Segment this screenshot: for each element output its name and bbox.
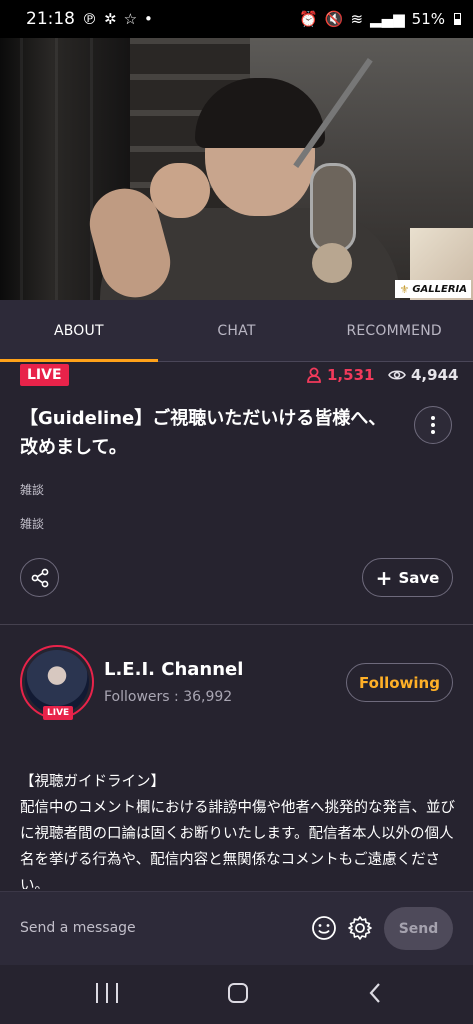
category-tag: 雑談 (20, 517, 45, 531)
tab-active-indicator (0, 359, 158, 362)
more-dot (431, 430, 435, 434)
galleria-logo-icon: ⚜ (399, 282, 410, 296)
emoji-icon[interactable] (311, 915, 337, 941)
tab-bar: ABOUT CHAT RECOMMEND (0, 300, 473, 362)
sponsor-text: GALLERIA (412, 283, 467, 295)
recents-icon[interactable] (96, 983, 118, 1003)
wifi-icon: ≋ (350, 10, 364, 28)
person-icon (307, 367, 321, 383)
back-icon[interactable] (364, 981, 388, 1005)
plus-icon: + (375, 565, 393, 590)
battery-text: 51% (411, 10, 445, 28)
tab-recommend[interactable]: RECOMMEND (315, 300, 473, 362)
tab-about[interactable]: ABOUT (0, 300, 158, 362)
home-icon[interactable] (228, 983, 248, 1003)
streamer-hand (150, 163, 210, 218)
avatar-live-badge: LIVE (43, 706, 74, 720)
save-button[interactable]: + Save (362, 558, 453, 597)
sponsor-logo: ⚜ GALLERIA (395, 280, 471, 298)
stream-title: 【Guideline】ご視聴いただいける皆様へ、改めまして。 (20, 408, 387, 458)
avatar (25, 650, 89, 714)
send-button[interactable]: Send (384, 907, 453, 950)
viewer-count-value: 1,531 (327, 366, 375, 384)
pinterest-icon: ℗ (82, 10, 97, 28)
signal-icon: ▂▄▆ (370, 10, 405, 28)
viewer-count: 1,531 (307, 364, 374, 386)
follower-count: Followers : 36,992 (104, 689, 233, 705)
channel-name[interactable]: L.E.I. Channel (104, 659, 243, 680)
stream-description: 【視聴ガイドライン】 配信中のコメント欄における誹謗中傷や他者へ挑発的な発言、並… (20, 769, 460, 889)
message-input[interactable]: Send a message (20, 920, 136, 936)
section-divider (0, 624, 473, 625)
curtain-fold (90, 38, 93, 300)
microphone (310, 163, 356, 253)
tab-chat[interactable]: CHAT (158, 300, 316, 362)
eye-icon (388, 370, 406, 380)
more-dot (431, 423, 435, 427)
category-tag: 雑談 (20, 483, 45, 497)
gear-icon[interactable] (347, 915, 373, 941)
message-bar: Send a message Send (0, 891, 473, 965)
system-nav-bar (0, 965, 473, 1024)
curtain-fold (55, 38, 58, 300)
view-count-value: 4,944 (411, 366, 459, 384)
more-dot (431, 416, 435, 420)
live-badge: LIVE (20, 364, 69, 386)
share-icon (31, 568, 48, 587)
star-icon: ☆ (123, 10, 138, 28)
status-time: 21:18 (26, 9, 75, 29)
following-button[interactable]: Following (346, 663, 453, 702)
status-bar: 21:18 ℗ ✲ ☆ • ⏰ 🔇 ≋ ▂▄▆ 51% (0, 0, 473, 38)
save-label: Save (398, 568, 440, 587)
curtain-fold (20, 38, 23, 300)
video-player[interactable]: ⚜ GALLERIA (0, 38, 473, 300)
app-icon: ✲ (104, 10, 117, 28)
battery-icon (454, 13, 461, 25)
dot-icon: • (144, 10, 153, 28)
more-options-button[interactable] (414, 406, 452, 444)
description-text: 【視聴ガイドライン】 配信中のコメント欄における誹謗中傷や他者へ挑発的な発言、並… (20, 774, 455, 889)
alarm-icon: ⏰ (299, 10, 318, 28)
mic-pop-filter (312, 243, 352, 283)
mute-icon: 🔇 (324, 10, 344, 28)
view-count: 4,944 (388, 364, 458, 386)
share-button[interactable] (20, 558, 59, 597)
